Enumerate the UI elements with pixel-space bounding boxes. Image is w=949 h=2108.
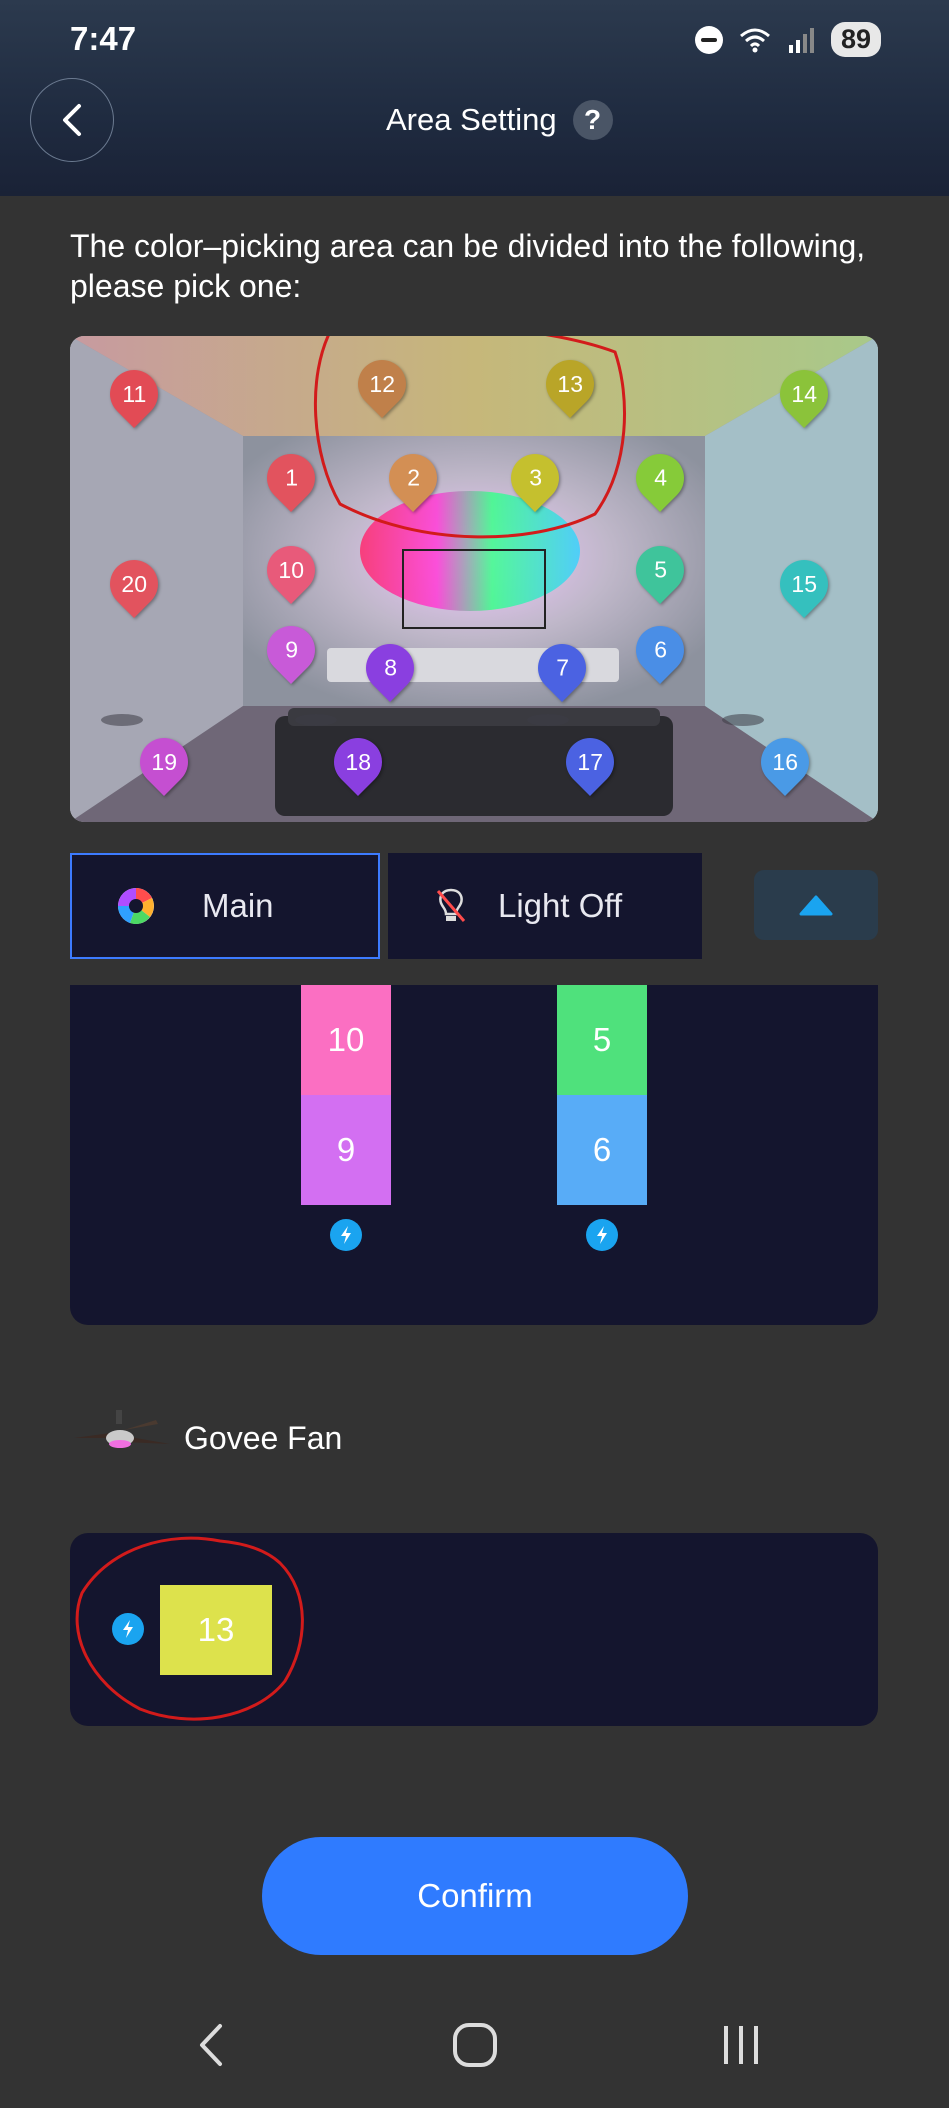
nav-home-icon[interactable] bbox=[450, 2020, 500, 2070]
segment-6[interactable]: 6 bbox=[557, 1095, 647, 1205]
title-group: Area Setting ? bbox=[386, 100, 613, 140]
lightning-icon[interactable] bbox=[112, 1613, 144, 1645]
chevron-left-icon bbox=[63, 104, 81, 136]
segment-13[interactable]: 13 bbox=[160, 1585, 272, 1675]
tab-light-off[interactable]: Light Off bbox=[388, 853, 702, 959]
triangle-up-icon bbox=[799, 895, 833, 916]
signal-icon bbox=[788, 27, 814, 53]
device-name: Govee Fan bbox=[184, 1420, 343, 1456]
segment-10[interactable]: 10 bbox=[301, 985, 391, 1095]
tab-main[interactable]: Main bbox=[70, 853, 380, 959]
page-title: Area Setting bbox=[386, 102, 557, 137]
fan-icon bbox=[74, 1410, 170, 1448]
tab-light-off-label: Light Off bbox=[498, 887, 623, 924]
wifi-icon bbox=[739, 28, 770, 52]
fan-segments-panel: 13 bbox=[70, 1533, 878, 1726]
confirm-button[interactable]: Confirm bbox=[262, 1837, 688, 1955]
nav-recents-icon[interactable] bbox=[716, 2020, 766, 2070]
help-icon[interactable]: ? bbox=[572, 100, 613, 140]
back-button[interactable] bbox=[30, 78, 114, 162]
bulb-off-icon bbox=[436, 888, 466, 922]
lightning-icon[interactable] bbox=[330, 1219, 362, 1251]
tab-main-label: Main bbox=[202, 887, 274, 924]
header-bar: 7:47 89 Area Setting ? bbox=[0, 0, 949, 196]
room-illustration: 11 12 13 14 1 2 3 4 20 10 5 15 9 8 7 6 1… bbox=[70, 336, 878, 822]
segments-panel: 10 9 5 6 bbox=[70, 985, 878, 1325]
room-drawing bbox=[70, 336, 878, 822]
segment-5[interactable]: 5 bbox=[557, 985, 647, 1095]
collapse-button[interactable] bbox=[754, 870, 878, 940]
system-nav-bar bbox=[0, 2000, 949, 2108]
status-icons: 89 bbox=[694, 22, 881, 57]
lightning-icon[interactable] bbox=[586, 1219, 618, 1251]
battery-indicator: 89 bbox=[830, 22, 881, 57]
color-wheel-icon bbox=[117, 888, 154, 924]
segment-9[interactable]: 9 bbox=[301, 1095, 391, 1205]
do-not-disturb-icon bbox=[694, 25, 723, 54]
status-time: 7:47 bbox=[70, 20, 137, 57]
instructions-text: The color–picking area can be divided in… bbox=[70, 228, 866, 304]
nav-back-icon[interactable] bbox=[192, 2020, 232, 2070]
